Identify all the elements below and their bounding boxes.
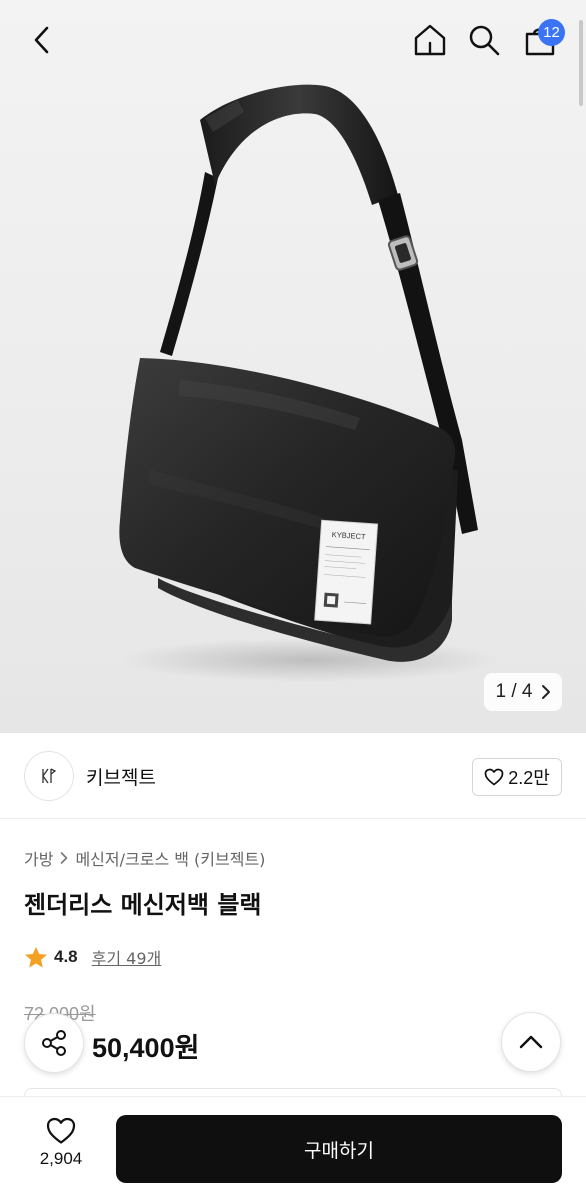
cart-count-badge: 12 bbox=[538, 19, 565, 46]
image-pager[interactable]: 1 / 4 bbox=[484, 673, 562, 711]
chevron-right-icon bbox=[541, 685, 550, 699]
search-button[interactable] bbox=[464, 20, 504, 60]
chevron-right-icon bbox=[61, 852, 68, 864]
back-icon bbox=[34, 26, 49, 54]
wishlist-button[interactable]: 2,904 bbox=[24, 1117, 98, 1181]
pager-current: 1 bbox=[495, 681, 507, 702]
product-image[interactable]: KYBJECT 1 / 4 bbox=[0, 0, 586, 733]
heart-icon bbox=[46, 1117, 76, 1144]
brand-row: 키브젝트 2.2만 bbox=[0, 733, 586, 819]
product-title: 젠더리스 메신저백 블랙 bbox=[24, 891, 262, 919]
heart-icon bbox=[484, 768, 504, 786]
brand-label-patch: KYBJECT bbox=[314, 519, 379, 625]
chevron-up-icon bbox=[519, 1035, 543, 1049]
bag-illustration: KYBJECT bbox=[119, 84, 500, 682]
buy-button[interactable]: 구매하기 bbox=[116, 1115, 562, 1183]
share-button[interactable] bbox=[24, 1013, 84, 1073]
home-icon bbox=[414, 24, 446, 56]
back-button[interactable] bbox=[22, 20, 62, 60]
brand-logo[interactable] bbox=[24, 751, 74, 801]
pager-separator: / bbox=[511, 681, 517, 702]
breadcrumb-item[interactable]: 메신저/크로스 백 (키브젝트) bbox=[75, 846, 265, 870]
wishlist-count: 2,904 bbox=[39, 1149, 83, 1168]
brand-name[interactable]: 키브젝트 bbox=[86, 763, 156, 790]
pager-total: 4 bbox=[521, 681, 533, 702]
rating-row: 4.8 후기 49개 bbox=[24, 945, 161, 969]
brand-like-count: 2.2만 bbox=[508, 768, 550, 788]
star-icon bbox=[25, 946, 47, 967]
rating-score: 4.8 bbox=[54, 947, 78, 966]
bottom-action-bar: 2,904 구매하기 bbox=[0, 1096, 586, 1200]
brand-like-button[interactable]: 2.2만 bbox=[472, 758, 562, 796]
scroll-to-top-button[interactable] bbox=[501, 1012, 561, 1072]
share-icon bbox=[42, 1030, 66, 1056]
reviews-link[interactable]: 후기 49개 bbox=[92, 945, 162, 969]
top-nav-bar: 12 bbox=[0, 0, 586, 80]
sale-price: 50,400원 bbox=[92, 1033, 200, 1063]
breadcrumb: 가방 메신저/크로스 백 (키브젝트) bbox=[24, 846, 265, 870]
brand-logo-mark bbox=[42, 768, 57, 784]
home-button[interactable] bbox=[410, 20, 450, 60]
breadcrumb-item[interactable]: 가방 bbox=[24, 846, 53, 870]
search-icon bbox=[469, 25, 500, 56]
